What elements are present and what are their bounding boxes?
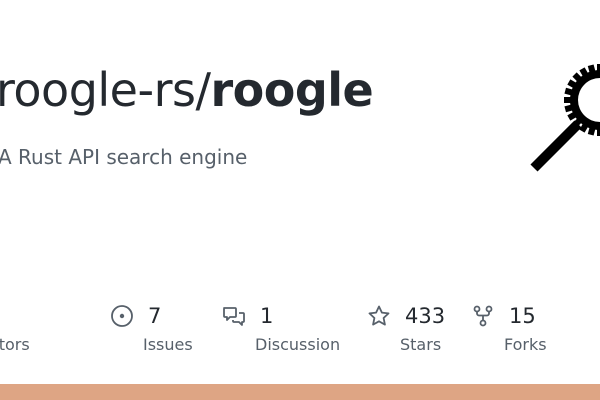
stat-discussion[interactable]: 1 Discussion: [222, 300, 340, 360]
magnifier-gear-logo: [530, 64, 600, 172]
stars-count: 433: [405, 304, 446, 328]
forks-count: 15: [509, 304, 536, 328]
repo-forked-icon: [473, 305, 493, 327]
discussion-label: Discussion: [255, 335, 341, 354]
comment-discussion-icon: [223, 307, 245, 326]
stat-forks[interactable]: 15 Forks: [471, 300, 547, 360]
discussion-count: 1: [260, 304, 274, 328]
repo-title[interactable]: roogle-rs/roogle: [0, 60, 374, 120]
forks-label: Forks: [504, 335, 547, 354]
repo-social-card: roogle-rs/roogle A Rust API search engin…: [0, 0, 600, 400]
issues-label: Issues: [143, 335, 193, 354]
contributors-label: Contributors: [0, 335, 30, 354]
stars-label: Stars: [400, 335, 442, 354]
stat-stars[interactable]: 433 Stars: [367, 300, 445, 360]
stat-issues[interactable]: 7 Issues: [110, 300, 193, 360]
repo-slash: /: [195, 63, 211, 117]
issues-count: 7: [148, 304, 162, 328]
repo-description: A Rust API search engine: [0, 145, 248, 169]
stat-contributors[interactable]: Contributors: [0, 300, 30, 360]
issue-opened-icon: [111, 305, 133, 327]
language-bar: [0, 384, 600, 400]
star-icon: [368, 305, 390, 326]
repo-name[interactable]: roogle: [210, 63, 373, 117]
repo-owner[interactable]: roogle-rs: [0, 63, 196, 117]
